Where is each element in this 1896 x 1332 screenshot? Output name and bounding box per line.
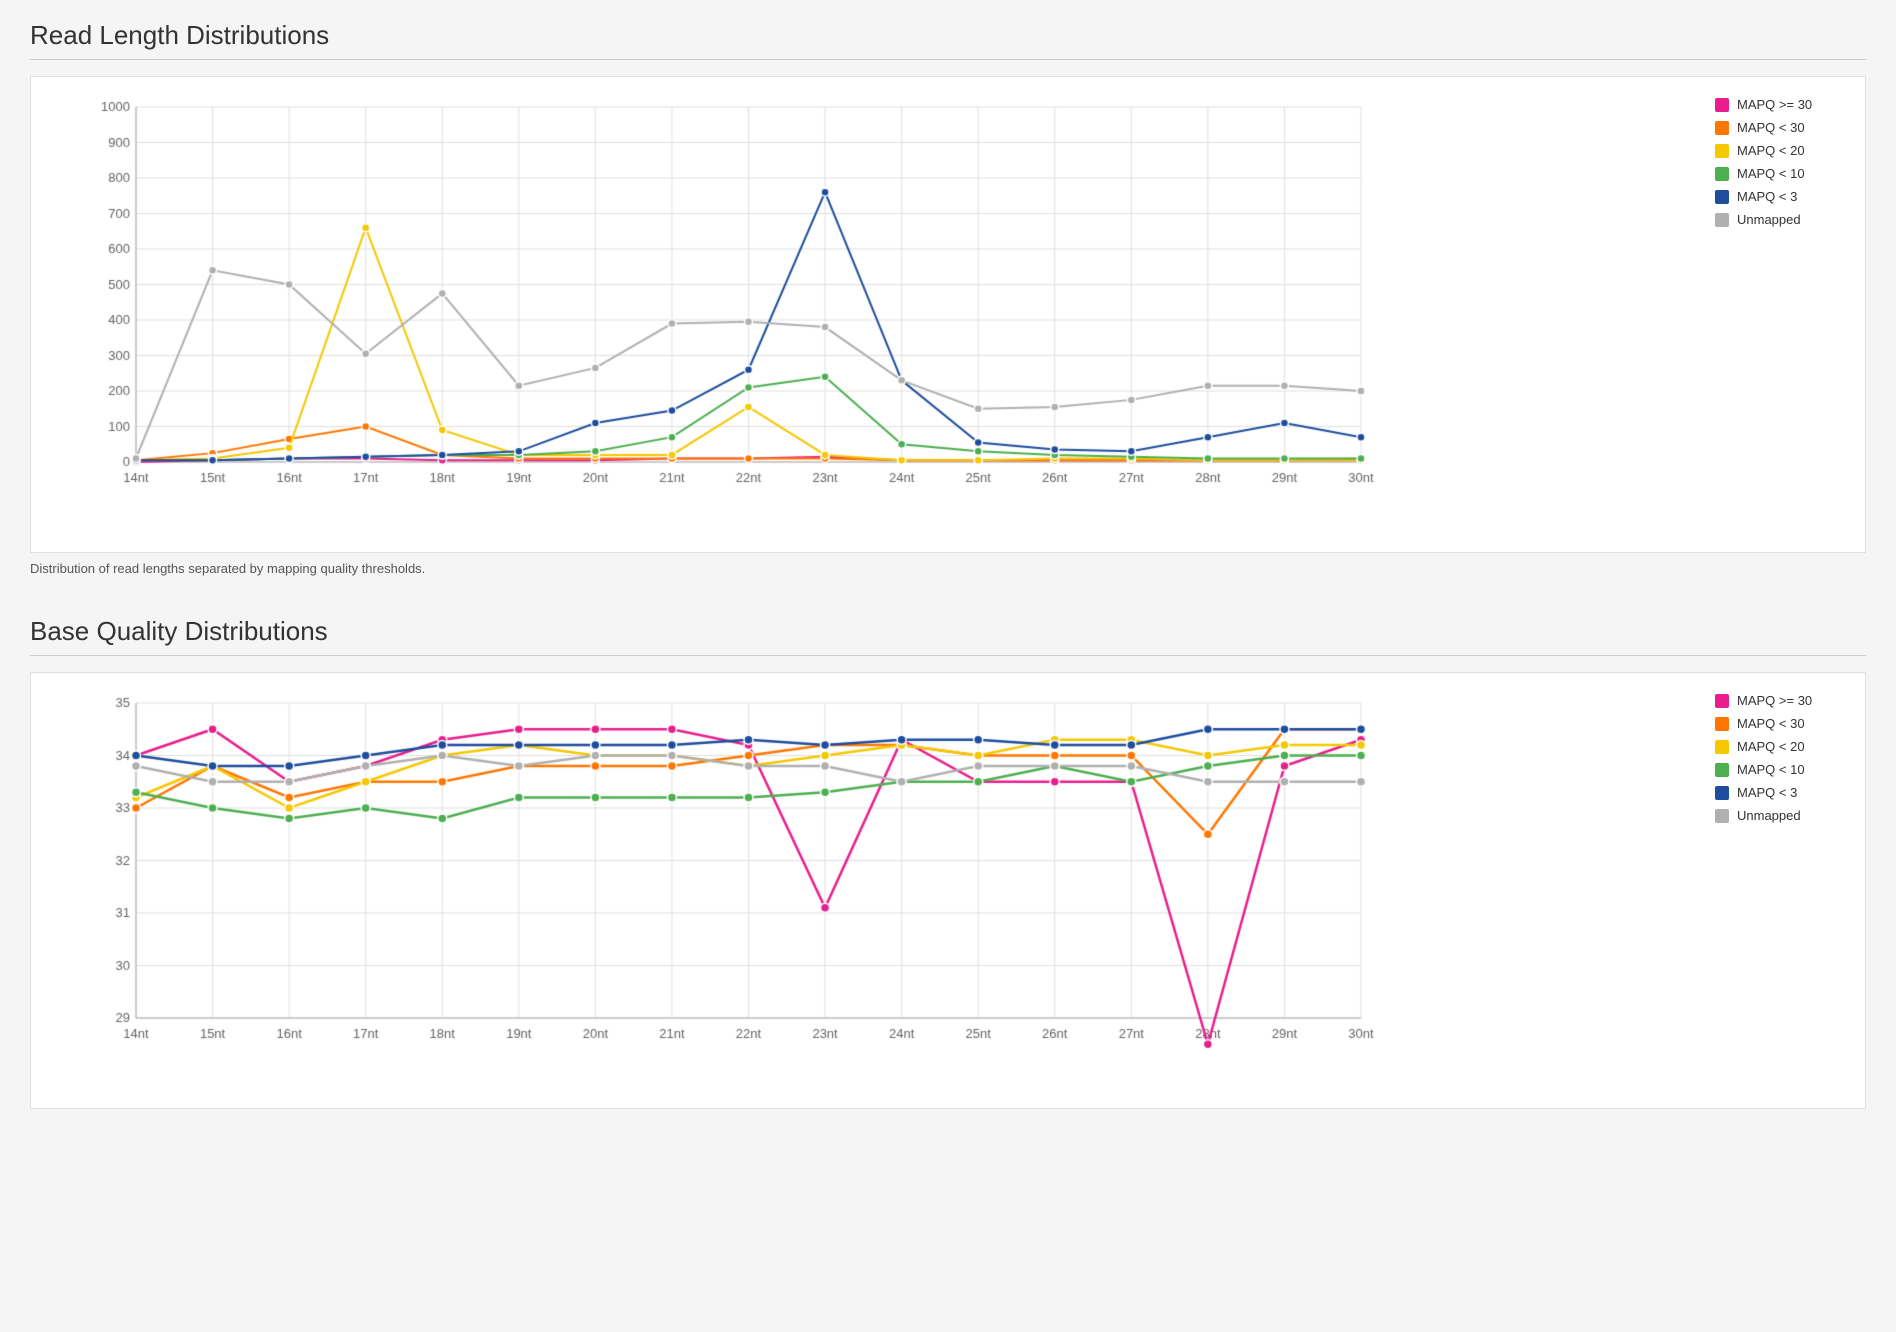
- legend-label: MAPQ < 10: [1737, 166, 1805, 181]
- legend-label: MAPQ >= 30: [1737, 693, 1812, 708]
- read-length-canvas: [81, 87, 1381, 507]
- read-length-chart-area: [31, 77, 1705, 552]
- read-length-section: Read Length Distributions MAPQ >= 30MAPQ…: [30, 20, 1866, 576]
- read-length-title: Read Length Distributions: [30, 20, 1866, 60]
- legend-label: Unmapped: [1737, 808, 1801, 823]
- legend-label: MAPQ < 3: [1737, 785, 1797, 800]
- base-quality-section: Base Quality Distributions MAPQ >= 30MAP…: [30, 616, 1866, 1109]
- read-length-legend: MAPQ >= 30 MAPQ < 30 MAPQ < 20 MAPQ < 10 MAP…: [1705, 77, 1865, 247]
- legend-item: MAPQ < 3: [1715, 785, 1855, 800]
- legend-label: MAPQ < 30: [1737, 716, 1805, 731]
- base-quality-chart-area: [31, 673, 1705, 1108]
- legend-label: MAPQ < 20: [1737, 143, 1805, 158]
- legend-color-dot: [1715, 213, 1729, 227]
- legend-item: MAPQ < 3: [1715, 189, 1855, 204]
- legend-color-dot: [1715, 98, 1729, 112]
- legend-color-dot: [1715, 190, 1729, 204]
- legend-color-dot: [1715, 694, 1729, 708]
- base-quality-legend: MAPQ >= 30 MAPQ < 30 MAPQ < 20 MAPQ < 10 MAP…: [1705, 673, 1865, 843]
- legend-color-dot: [1715, 740, 1729, 754]
- legend-label: MAPQ < 3: [1737, 189, 1797, 204]
- legend-item: MAPQ < 20: [1715, 739, 1855, 754]
- base-quality-title: Base Quality Distributions: [30, 616, 1866, 656]
- legend-label: MAPQ < 30: [1737, 120, 1805, 135]
- legend-item: MAPQ < 10: [1715, 166, 1855, 181]
- legend-item: MAPQ >= 30: [1715, 693, 1855, 708]
- legend-item: MAPQ < 30: [1715, 120, 1855, 135]
- read-length-chart-container: MAPQ >= 30 MAPQ < 30 MAPQ < 20 MAPQ < 10 MAP…: [30, 76, 1866, 553]
- legend-item: MAPQ < 20: [1715, 143, 1855, 158]
- legend-label: MAPQ < 20: [1737, 739, 1805, 754]
- read-length-subtitle: Distribution of read lengths separated b…: [30, 561, 1866, 576]
- legend-item: Unmapped: [1715, 808, 1855, 823]
- base-quality-chart-container: MAPQ >= 30 MAPQ < 30 MAPQ < 20 MAPQ < 10 MAP…: [30, 672, 1866, 1109]
- legend-color-dot: [1715, 786, 1729, 800]
- legend-color-dot: [1715, 809, 1729, 823]
- base-quality-canvas: [81, 683, 1381, 1063]
- legend-item: MAPQ < 30: [1715, 716, 1855, 731]
- legend-color-dot: [1715, 121, 1729, 135]
- legend-item: MAPQ < 10: [1715, 762, 1855, 777]
- legend-color-dot: [1715, 763, 1729, 777]
- legend-color-dot: [1715, 167, 1729, 181]
- legend-label: MAPQ >= 30: [1737, 97, 1812, 112]
- legend-item: Unmapped: [1715, 212, 1855, 227]
- legend-item: MAPQ >= 30: [1715, 97, 1855, 112]
- legend-color-dot: [1715, 144, 1729, 158]
- legend-color-dot: [1715, 717, 1729, 731]
- legend-label: MAPQ < 10: [1737, 762, 1805, 777]
- legend-label: Unmapped: [1737, 212, 1801, 227]
